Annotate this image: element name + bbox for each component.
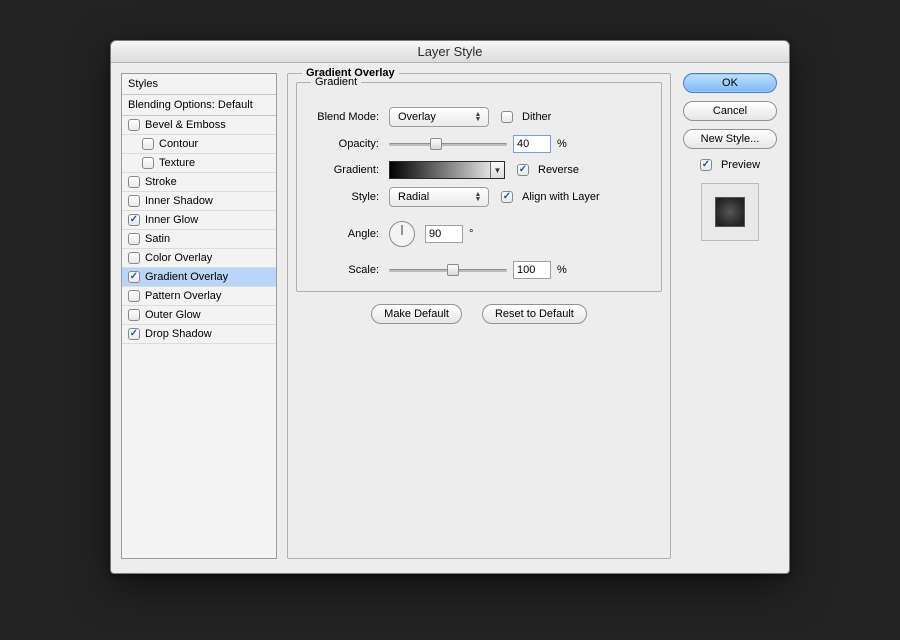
style-label: Style: xyxy=(305,191,383,203)
preview-swatch xyxy=(715,197,745,227)
sidebar-item-label: Pattern Overlay xyxy=(145,290,221,302)
blend-mode-label: Blend Mode: xyxy=(305,111,383,123)
checkbox-icon xyxy=(501,191,513,203)
angle-input[interactable] xyxy=(425,225,463,243)
checkbox-icon[interactable] xyxy=(142,138,154,150)
checkbox-icon[interactable] xyxy=(128,233,140,245)
checkbox-icon xyxy=(501,111,513,123)
opacity-input[interactable] xyxy=(513,135,551,153)
checkbox-icon[interactable] xyxy=(128,271,140,283)
layer-style-dialog: Layer Style Styles Blending Options: Def… xyxy=(110,40,790,574)
dither-checkbox[interactable]: Dither xyxy=(501,111,551,123)
reverse-checkbox[interactable]: Reverse xyxy=(517,164,579,176)
gradient-overlay-group: Gradient Overlay Gradient Blend Mode: Ov… xyxy=(287,73,671,559)
sidebar-item-pattern-overlay[interactable]: Pattern Overlay xyxy=(122,287,276,306)
checkbox-icon[interactable] xyxy=(128,328,140,340)
blending-options-header[interactable]: Blending Options: Default xyxy=(122,95,276,116)
sidebar-item-label: Contour xyxy=(159,138,198,150)
blend-mode-value: Overlay xyxy=(398,111,436,123)
gradient-group: Gradient Blend Mode: Overlay ▲▼ Dither xyxy=(296,82,662,292)
sidebar-item-label: Satin xyxy=(145,233,170,245)
checkbox-icon[interactable] xyxy=(128,290,140,302)
sidebar-item-label: Color Overlay xyxy=(145,252,212,264)
scale-label: Scale: xyxy=(305,264,383,276)
sidebar-item-label: Gradient Overlay xyxy=(145,271,228,283)
sidebar-item-stroke[interactable]: Stroke xyxy=(122,173,276,192)
checkbox-icon[interactable] xyxy=(128,309,140,321)
opacity-unit: % xyxy=(557,138,567,150)
gradient-swatch[interactable]: ▼ xyxy=(389,161,505,179)
sidebar-item-drop-shadow[interactable]: Drop Shadow xyxy=(122,325,276,344)
dither-label: Dither xyxy=(522,111,551,123)
angle-unit: ° xyxy=(469,228,473,240)
sidebar-item-inner-shadow[interactable]: Inner Shadow xyxy=(122,192,276,211)
preview-label: Preview xyxy=(721,159,760,171)
checkbox-icon xyxy=(700,159,712,171)
sidebar-item-bevel[interactable]: Bevel & Emboss xyxy=(122,116,276,135)
reset-default-button[interactable]: Reset to Default xyxy=(482,304,587,324)
preview-thumbnail xyxy=(701,183,759,241)
ok-button[interactable]: OK xyxy=(683,73,777,93)
sidebar-item-label: Inner Glow xyxy=(145,214,198,226)
styles-panel: Styles Blending Options: Default Bevel &… xyxy=(121,73,277,559)
sidebar-item-inner-glow[interactable]: Inner Glow xyxy=(122,211,276,230)
window-title: Layer Style xyxy=(417,44,482,59)
make-default-button[interactable]: Make Default xyxy=(371,304,462,324)
sidebar-item-label: Outer Glow xyxy=(145,309,201,321)
scale-unit: % xyxy=(557,264,567,276)
align-checkbox[interactable]: Align with Layer xyxy=(501,191,600,203)
scale-input[interactable] xyxy=(513,261,551,279)
angle-label: Angle: xyxy=(305,228,383,240)
chevron-down-icon[interactable]: ▼ xyxy=(490,162,504,178)
checkbox-icon[interactable] xyxy=(128,119,140,131)
checkbox-icon xyxy=(517,164,529,176)
checkbox-icon[interactable] xyxy=(128,214,140,226)
sidebar-item-label: Inner Shadow xyxy=(145,195,213,207)
dialog-buttons: OK Cancel New Style... Preview xyxy=(681,73,779,559)
angle-dial[interactable] xyxy=(389,221,415,247)
new-style-button[interactable]: New Style... xyxy=(683,129,777,149)
chevron-updown-icon: ▲▼ xyxy=(472,192,484,202)
sidebar-item-outer-glow[interactable]: Outer Glow xyxy=(122,306,276,325)
checkbox-icon[interactable] xyxy=(128,195,140,207)
opacity-slider[interactable] xyxy=(389,137,507,151)
style-value: Radial xyxy=(398,191,429,203)
chevron-updown-icon: ▲▼ xyxy=(472,112,484,122)
sidebar-item-contour[interactable]: Contour xyxy=(122,135,276,154)
sidebar-item-label: Texture xyxy=(159,157,195,169)
sidebar-item-texture[interactable]: Texture xyxy=(122,154,276,173)
window-titlebar: Layer Style xyxy=(111,41,789,63)
sidebar-item-satin[interactable]: Satin xyxy=(122,230,276,249)
scale-slider[interactable] xyxy=(389,263,507,277)
style-select[interactable]: Radial ▲▼ xyxy=(389,187,489,207)
styles-header[interactable]: Styles xyxy=(122,74,276,95)
sidebar-item-gradient-overlay[interactable]: Gradient Overlay xyxy=(122,268,276,287)
checkbox-icon[interactable] xyxy=(142,157,154,169)
checkbox-icon[interactable] xyxy=(128,176,140,188)
align-label: Align with Layer xyxy=(522,191,600,203)
sidebar-item-label: Drop Shadow xyxy=(145,328,212,340)
checkbox-icon[interactable] xyxy=(128,252,140,264)
group-legend-inner: Gradient xyxy=(311,76,361,88)
gradient-label: Gradient: xyxy=(305,164,383,176)
opacity-label: Opacity: xyxy=(305,138,383,150)
blend-mode-select[interactable]: Overlay ▲▼ xyxy=(389,107,489,127)
sidebar-item-label: Bevel & Emboss xyxy=(145,119,226,131)
settings-panel: Gradient Overlay Gradient Blend Mode: Ov… xyxy=(287,73,671,559)
preview-checkbox[interactable]: Preview xyxy=(700,159,760,171)
sidebar-item-color-overlay[interactable]: Color Overlay xyxy=(122,249,276,268)
sidebar-item-label: Stroke xyxy=(145,176,177,188)
reverse-label: Reverse xyxy=(538,164,579,176)
cancel-button[interactable]: Cancel xyxy=(683,101,777,121)
